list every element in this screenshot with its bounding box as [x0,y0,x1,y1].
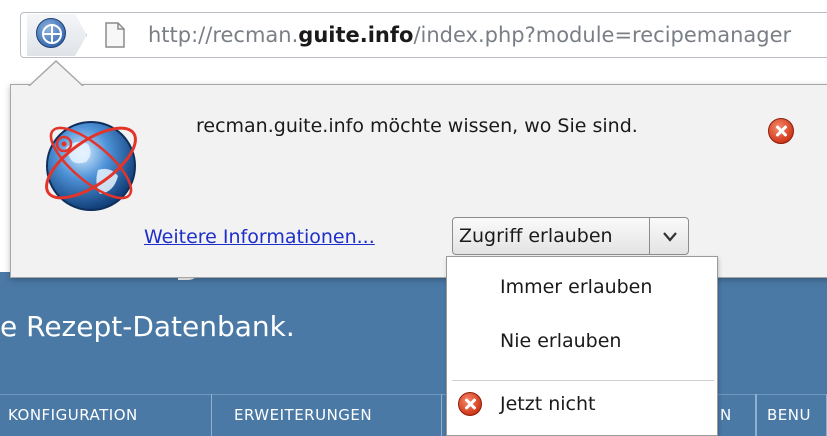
allow-dropdown-button[interactable] [649,217,689,255]
allow-split-button: Zugriff erlauben [452,217,692,255]
menu-separator [452,380,714,381]
url-host: guite.info [298,23,414,47]
url-bar: http://recman.guite.info/index.php?modul… [0,0,827,68]
nav-item-erweiterungen[interactable]: ERWEITERUNGEN [212,394,442,436]
globe-icon [36,108,146,218]
nav-item-konfiguration[interactable]: KONFIGURATION [0,394,212,436]
notification-message: recman.guite.info möchte wissen, wo Sie … [196,115,638,137]
nav-item-partial[interactable]: N [712,394,756,436]
menu-item-not-now[interactable]: Jetzt nicht [500,393,595,415]
close-icon[interactable] [768,118,794,144]
page-subtitle: e Rezept-Datenbank. [0,310,295,343]
url-text[interactable]: http://recman.guite.info/index.php?modul… [148,22,791,48]
menu-item-never-allow[interactable]: Nie erlauben [500,330,621,352]
panel-arrow-fill [30,62,82,86]
page-icon [104,22,126,48]
site-identity-icon[interactable] [36,18,66,48]
not-now-icon [458,392,482,416]
more-info-link[interactable]: Weitere Informationen... [144,226,375,248]
chevron-down-icon [663,232,677,242]
nav-item-benutzer[interactable]: BENU [756,394,827,436]
menu-item-always-allow[interactable]: Immer erlauben [500,276,652,298]
url-path: /index.php?module=recipemanager [413,23,792,47]
url-prefix: http://recman. [148,23,299,47]
allow-access-button[interactable]: Zugriff erlauben [452,217,650,255]
